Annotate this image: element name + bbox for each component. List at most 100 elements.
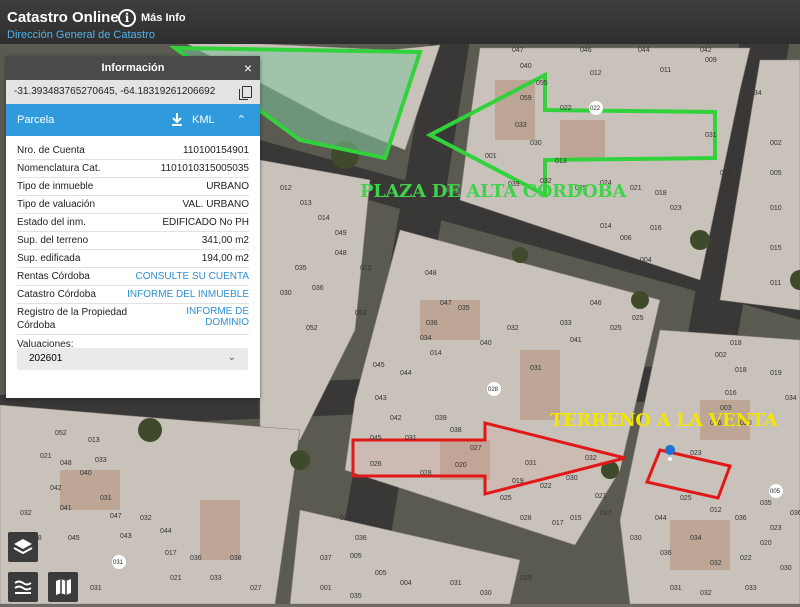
legend-button[interactable] (8, 572, 38, 602)
parcel-number: 033 (745, 585, 757, 592)
parcel-number: 034 (690, 535, 702, 542)
map-button[interactable] (48, 572, 78, 602)
parcel-number: 046 (580, 47, 592, 54)
panel-header: Información × (6, 56, 260, 80)
parcel-number: 012 (710, 507, 722, 514)
parcel-number: 030 (630, 535, 642, 542)
parcel-number: 040 (520, 63, 532, 70)
parcel-number: 044 (400, 370, 412, 377)
chevron-up-icon[interactable]: ⌃ (237, 104, 246, 136)
svg-text:031: 031 (113, 560, 124, 566)
parcel-number: 017 (165, 550, 177, 557)
close-icon[interactable]: × (244, 56, 252, 80)
parcel-number: 044 (160, 528, 172, 535)
detail-value: URBANO (206, 181, 249, 192)
rentas-link[interactable]: CONSULTE SU CUENTA (135, 271, 249, 282)
detail-row: Rentas Córdoba CONSULTE SU CUENTA (17, 268, 249, 286)
svg-text:028: 028 (488, 387, 499, 393)
parcel-number: 004 (640, 257, 652, 264)
parcel-number: 055 (536, 80, 548, 87)
terreno-label: TERRENO A LA VENTA (550, 410, 778, 431)
parcel-number: 032 (507, 325, 519, 332)
parcel-number: 002 (770, 140, 782, 147)
parcel-number: 034 (420, 335, 432, 342)
parcel-number: 048 (60, 460, 72, 467)
detail-key: Tipo de inmueble (17, 181, 94, 192)
detail-key: Nomenclatura Cat. (17, 163, 101, 174)
parcel-number: 018 (730, 340, 742, 347)
detail-key: Tipo de valuación (17, 199, 96, 210)
layers-icon (13, 539, 33, 555)
parcel-number: 018 (655, 190, 667, 197)
registro-link[interactable]: INFORME DE DOMINIO (153, 306, 249, 328)
parcel-number: 013 (88, 437, 100, 444)
section-title: Parcela (17, 114, 55, 126)
app-subtitle[interactable]: Dirección General de Catastro (7, 29, 155, 41)
info-icon[interactable]: i (118, 9, 136, 27)
parcel-number: 020 (455, 462, 467, 469)
parcel-number: 031 (405, 435, 417, 442)
parcel-details: Nro. de Cuenta 110100154901 Nomenclatura … (6, 136, 260, 335)
parcel-number: 028 (520, 515, 532, 522)
parcel-number: 048 (335, 250, 347, 257)
parcel-number: 041 (570, 337, 582, 344)
parcel-number: 021 (630, 185, 642, 192)
parcel-number: 010 (770, 205, 782, 212)
download-icon[interactable] (171, 113, 183, 127)
parcel-number: 043 (120, 533, 132, 540)
parcel-number: 036 (660, 550, 672, 557)
parcel-number: 038 (450, 427, 462, 434)
parcel-number: 026 (370, 461, 382, 468)
parcel-number: 027 (470, 445, 482, 452)
parcel-number: 021 (595, 493, 607, 500)
parcel-number: 005 (770, 170, 782, 177)
detail-key: Estado del inm. (17, 217, 86, 228)
parcel-number: 021 (40, 453, 52, 460)
parcel-number: 045 (373, 362, 385, 369)
parcel-number: 032 (700, 590, 712, 597)
detail-value: VAL. URBANO (182, 199, 250, 210)
parcel-number: 031 (670, 585, 682, 592)
app-header: Catastro Online Dirección General de Cat… (0, 0, 800, 44)
parcel-number: 035 (760, 500, 772, 507)
detail-key: Nro. de Cuenta (17, 145, 85, 156)
detail-row: Sup. del terreno 341,00 m2 (17, 232, 249, 250)
more-info-link[interactable]: Más Info (141, 12, 186, 24)
parcel-number: 011 (770, 280, 781, 287)
parcel-number: 012 (590, 70, 602, 77)
parcel-number: 052 (306, 325, 318, 332)
panel-title: Información (101, 62, 165, 74)
parcel-number: 015 (570, 515, 582, 522)
valuaciones-select[interactable]: 202601 ⌄ (17, 348, 248, 370)
parcel-number: 021 (170, 575, 182, 582)
parcel-number: 045 (370, 435, 382, 442)
parcel-number: 025 (680, 495, 692, 502)
kml-button[interactable]: KML (192, 104, 215, 136)
copy-icon[interactable] (239, 86, 252, 100)
catastro-link[interactable]: INFORME DEL INMUEBLE (127, 289, 249, 300)
parcel-number: 046 (590, 300, 602, 307)
parcel-number: 030 (530, 140, 542, 147)
detail-value: 194,00 m2 (201, 253, 249, 264)
parcel-number: 016 (725, 390, 737, 397)
parcel-number: 033 (210, 575, 222, 582)
plaza-label: PLAZA DE ALTA CORDOBA (360, 181, 627, 202)
app-title: Catastro Online (7, 9, 119, 26)
parcel-number: 042 (700, 47, 712, 54)
detail-row: Sup. edificada 194,00 m2 (17, 250, 249, 268)
parcel-number: 006 (620, 235, 632, 242)
parcel-number: 036 (355, 535, 367, 542)
parcel-number: 043 (375, 395, 387, 402)
layers-button[interactable] (8, 532, 38, 562)
parcel-number: 018 (735, 367, 747, 374)
parcel-number: 036 (312, 285, 324, 292)
parcel-number: 020 (760, 540, 772, 547)
parcel-number: 002 (715, 352, 727, 359)
parcel-number: 014 (430, 350, 442, 357)
parcel-number: 014 (318, 215, 330, 222)
parcel-number: 025 (610, 325, 622, 332)
parcel-number: 038 (230, 555, 242, 562)
detail-row: Registro de la Propiedad Córdoba INFORME … (17, 304, 249, 335)
parcela-section-header[interactable]: Parcela KML ⌃ (6, 104, 260, 136)
parcel-number: 031 (525, 460, 537, 467)
